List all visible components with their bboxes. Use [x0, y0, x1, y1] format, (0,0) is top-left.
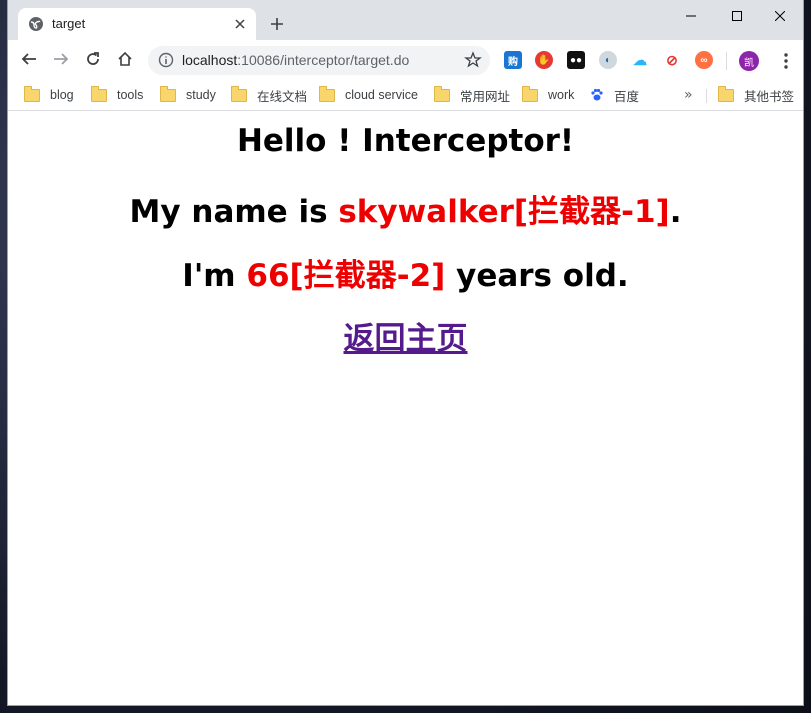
paw-icon — [590, 88, 604, 102]
bookmark-label: 百度 — [614, 89, 640, 104]
tab-strip: target — [8, 0, 803, 40]
bookmark-online-docs[interactable]: 在线文档 — [231, 85, 307, 105]
bookmark-cloud-service[interactable]: cloud service — [319, 85, 418, 105]
info-icon[interactable] — [158, 52, 174, 68]
cloud-extension-icon[interactable]: ☁ — [631, 51, 649, 69]
window-close-icon — [774, 6, 786, 25]
maximize-icon — [732, 6, 742, 25]
close-icon[interactable] — [230, 14, 250, 34]
minimize-icon — [686, 6, 696, 25]
bookmarks-divider — [706, 89, 707, 103]
minimize-button[interactable] — [668, 0, 714, 30]
bookmark-label: 常用网址 — [460, 89, 511, 104]
extension-icon[interactable]: ●● — [567, 51, 585, 69]
tab-target[interactable]: target — [18, 8, 256, 40]
folder-icon — [24, 85, 40, 102]
extension-icon[interactable]: ⊘ — [663, 51, 681, 69]
plus-icon — [270, 16, 284, 35]
bookmark-blog[interactable]: blog — [24, 85, 74, 105]
name-line: My name is skywalker[拦截器-1]. — [8, 186, 803, 231]
extension-icon[interactable]: ∞ — [695, 51, 713, 69]
folder-icon — [522, 85, 538, 102]
url-text: localhost:10086/interceptor/target.do — [182, 52, 409, 68]
menu-dots-icon[interactable] — [776, 50, 796, 72]
page-heading: Hello ! Interceptor! — [236, 123, 575, 159]
home-link-container: 返回主页 — [8, 313, 803, 358]
back-icon — [21, 51, 37, 71]
page-content: Hello ! Interceptor! My name is skywalke… — [8, 111, 803, 705]
window-close-button[interactable] — [757, 0, 803, 30]
bookmark-tools[interactable]: tools — [91, 85, 143, 105]
folder-icon — [319, 85, 335, 102]
bookmark-label: 其他书签 — [744, 89, 795, 104]
forward-icon — [53, 51, 69, 71]
age-value: 66[拦截器-2] — [246, 258, 446, 294]
browser-toolbar: localhost:10086/interceptor/target.do 购 … — [8, 40, 803, 80]
bookmark-baidu[interactable]: 百度 — [590, 85, 639, 105]
home-link[interactable]: 返回主页 — [344, 321, 468, 357]
tab-title: target — [52, 16, 86, 31]
forward-button[interactable] — [48, 48, 74, 74]
bookmark-study[interactable]: study — [160, 85, 216, 105]
adblock-extension-icon[interactable]: ✋ — [535, 51, 553, 69]
browser-window: target localhost:10086/interceptor/targe… — [8, 0, 803, 705]
bookmark-label: blog — [50, 88, 74, 102]
extension-icon[interactable]: 购 — [504, 51, 522, 69]
maximize-button[interactable] — [714, 0, 760, 30]
age-prefix: I'm — [182, 258, 247, 294]
folder-icon — [718, 85, 734, 102]
name-suffix: . — [669, 194, 682, 230]
url-path: :10086/interceptor/target.do — [237, 52, 410, 68]
bookmark-label: tools — [117, 88, 144, 102]
folder-icon — [434, 85, 450, 102]
reload-icon — [85, 51, 101, 71]
back-button[interactable] — [16, 48, 42, 74]
home-button[interactable] — [112, 48, 138, 74]
bookmarks-overflow-button[interactable]: » — [684, 85, 693, 105]
other-bookmarks[interactable]: 其他书签 — [718, 85, 794, 105]
bookmark-label: 在线文档 — [257, 89, 308, 104]
star-icon[interactable] — [464, 51, 482, 69]
toolbar-divider — [726, 52, 727, 70]
bookmark-work[interactable]: work — [522, 85, 574, 105]
extension-icon[interactable]: ◐ — [599, 51, 617, 69]
address-bar[interactable]: localhost:10086/interceptor/target.do — [148, 46, 490, 75]
url-host: localhost — [182, 52, 238, 68]
age-suffix: years old. — [445, 258, 629, 294]
bookmark-label: study — [186, 88, 216, 102]
name-value: skywalker[拦截器-1] — [338, 194, 670, 230]
bookmark-label: cloud service — [345, 88, 418, 102]
avatar[interactable]: 凯 — [739, 51, 759, 71]
bookmark-label: work — [548, 88, 575, 102]
home-icon — [117, 51, 133, 71]
age-line: I'm 66[拦截器-2] years old. — [8, 250, 803, 295]
bookmark-common-sites[interactable]: 常用网址 — [434, 85, 510, 105]
folder-icon — [160, 85, 176, 102]
reload-button[interactable] — [80, 48, 106, 74]
folder-icon — [91, 85, 107, 102]
globe-icon — [28, 16, 44, 32]
bookmarks-bar: blog tools study 在线文档 cloud service 常用网址… — [8, 80, 803, 111]
name-prefix: My name is — [129, 194, 339, 230]
new-tab-button[interactable] — [266, 14, 288, 36]
folder-icon — [231, 85, 247, 102]
